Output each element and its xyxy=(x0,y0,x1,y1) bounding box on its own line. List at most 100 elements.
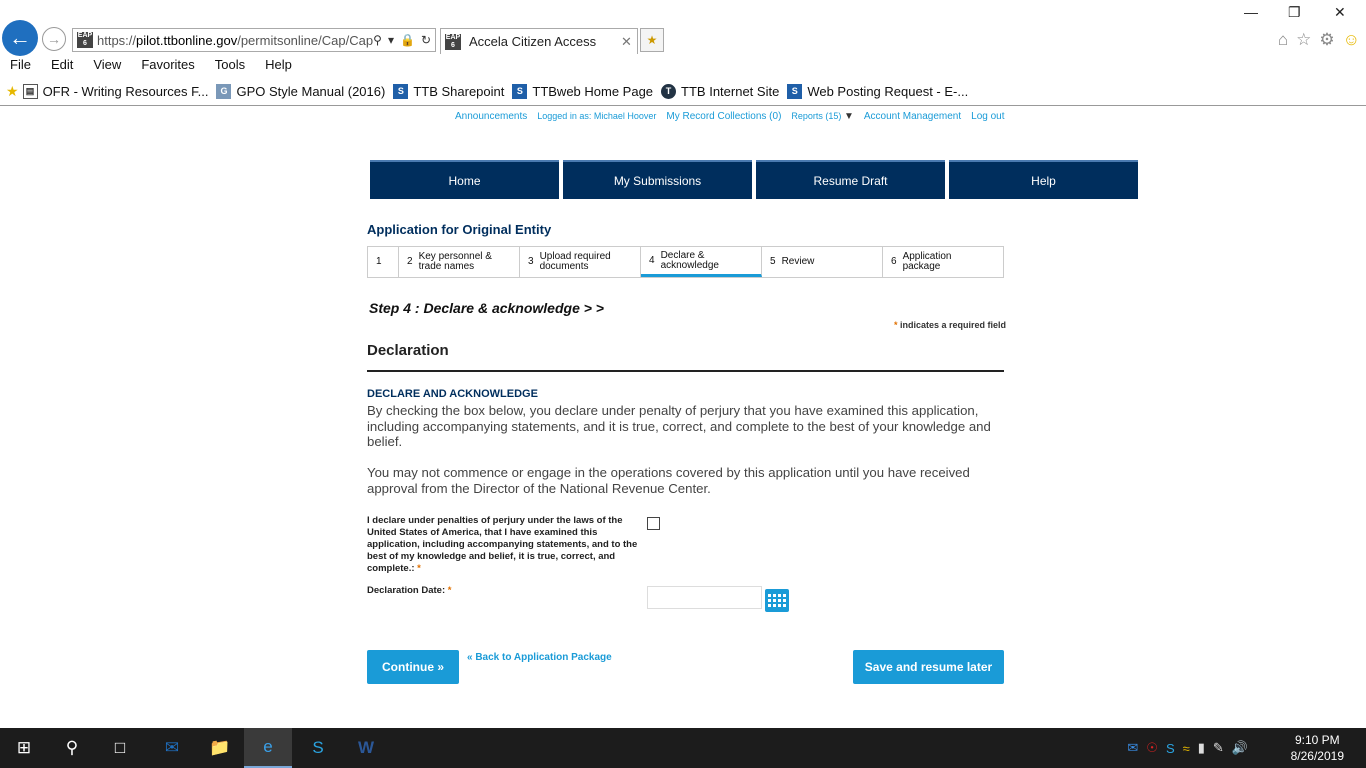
reports-label: Reports (15) xyxy=(791,111,842,121)
reports-dropdown-icon[interactable]: ▼ xyxy=(844,111,854,122)
task-view-icon[interactable]: □ xyxy=(96,728,144,768)
step-2[interactable]: 2 Key personnel & trade names xyxy=(399,247,520,277)
battery-icon[interactable]: ▮ xyxy=(1198,740,1205,756)
section-divider xyxy=(367,370,1004,372)
favorite-ttb-internet[interactable]: T TTB Internet Site xyxy=(661,83,780,99)
account-management-link[interactable]: Account Management xyxy=(864,111,961,122)
back-to-application-link[interactable]: « Back to Application Package xyxy=(467,652,612,663)
new-tab-icon[interactable]: ★ xyxy=(640,28,664,52)
step-indicator: 1 2 Key personnel & trade names 3 Upload r… xyxy=(367,246,1004,278)
step-label: Application package xyxy=(902,251,952,272)
favorite-ofr[interactable]: ▤ OFR - Writing Resources F... xyxy=(22,83,208,99)
favorite-ttb-sharepoint[interactable]: S TTB Sharepoint xyxy=(393,83,505,99)
start-icon[interactable]: ⊞ xyxy=(0,728,48,768)
search-icon[interactable]: ⚲ xyxy=(48,728,96,768)
required-star: * xyxy=(417,563,421,574)
favorite-web-posting[interactable]: S Web Posting Request - E-... xyxy=(787,83,969,99)
clock-time: 9:10 PM xyxy=(1294,733,1340,747)
nav-home[interactable]: Home xyxy=(370,160,559,199)
url-domain: pilot.ttbonline.gov xyxy=(136,32,238,48)
calendar-icon[interactable] xyxy=(765,589,789,612)
favorite-label: TTBweb Home Page xyxy=(532,83,654,99)
sharepoint-icon: S xyxy=(787,83,803,99)
favorite-label: Web Posting Request - E-... xyxy=(807,83,969,99)
save-resume-later-button[interactable]: Save and resume later xyxy=(853,650,1004,684)
step-3[interactable]: 3 Upload required documents xyxy=(520,247,641,277)
internet-explorer-icon[interactable]: e xyxy=(244,728,292,768)
volume-icon[interactable]: 🔊 xyxy=(1232,740,1248,756)
reports-link[interactable]: Reports (15) ▼ xyxy=(791,111,853,122)
menu-favorites[interactable]: Favorites xyxy=(131,57,204,77)
skype-tray-icon[interactable]: S xyxy=(1166,741,1175,756)
announcements-link[interactable]: Announcements xyxy=(455,111,527,122)
pen-icon[interactable]: ✎ xyxy=(1213,740,1224,756)
mcafee-icon[interactable]: ☉ xyxy=(1146,740,1158,756)
forward-icon[interactable]: → xyxy=(42,27,66,51)
word-icon[interactable]: W xyxy=(342,728,390,768)
browser-tab[interactable]: EAP 6 Accela Citizen Access ✕ xyxy=(440,28,638,54)
favorite-ttbweb[interactable]: S TTBweb Home Page xyxy=(512,83,654,99)
skype-icon[interactable]: S xyxy=(294,728,342,768)
step-label: Review xyxy=(781,256,815,267)
declaration-date-input[interactable] xyxy=(647,586,762,609)
favorite-gpo[interactable]: G GPO Style Manual (2016) xyxy=(216,83,385,99)
address-bar[interactable]: EAP 6 https://pilot.ttbonline.gov/permit… xyxy=(72,28,436,52)
declaration-paragraph-1: By checking the box below, you declare u… xyxy=(367,403,991,449)
system-clock[interactable]: 9:10 PM 8/26/2019 xyxy=(1291,732,1344,764)
menu-bar: File Edit View Favorites Tools Help xyxy=(0,57,302,77)
gear-icon[interactable]: ⚙ xyxy=(1319,30,1334,50)
required-star: * xyxy=(447,585,452,596)
menu-tools[interactable]: Tools xyxy=(205,57,255,77)
step-heading: Step 4 : Declare & acknowledge > > xyxy=(369,300,604,316)
refresh-icon[interactable]: ↻ xyxy=(421,33,431,47)
close-window-button[interactable]: ✕ xyxy=(1334,4,1346,21)
favorites-star-icon[interactable]: ☆ xyxy=(1296,30,1311,50)
page-icon: ▤ xyxy=(22,83,38,99)
top-links: Announcements Logged in as: Michael Hoov… xyxy=(455,111,1005,122)
feedback-smiley-icon[interactable]: ☺ xyxy=(1343,30,1360,50)
record-collections-link[interactable]: My Record Collections (0) xyxy=(666,111,781,122)
sharepoint-icon: S xyxy=(512,83,528,99)
favorite-label: TTB Sharepoint xyxy=(413,83,505,99)
nav-resume-draft[interactable]: Resume Draft xyxy=(756,160,945,199)
ttb-seal-icon: T xyxy=(661,83,677,99)
step-1[interactable]: 1 xyxy=(368,247,399,277)
restore-button[interactable]: ❐ xyxy=(1288,4,1301,21)
step-label: Key personnel & trade names xyxy=(418,251,492,272)
menu-edit[interactable]: Edit xyxy=(41,57,83,77)
outlook-tray-icon[interactable]: ✉ xyxy=(1127,740,1138,756)
nav-help[interactable]: Help xyxy=(949,160,1138,199)
section-title: Declaration xyxy=(367,342,449,359)
address-url[interactable]: https://pilot.ttbonline.gov/permitsonlin… xyxy=(97,33,373,48)
menu-view[interactable]: View xyxy=(83,57,131,77)
favorite-label: TTB Internet Site xyxy=(681,83,780,99)
add-favorite-star-icon[interactable]: ★ xyxy=(6,83,19,100)
step-4[interactable]: 4 Declare & acknowledge xyxy=(641,247,762,277)
menu-help[interactable]: Help xyxy=(255,57,302,77)
dropdown-icon[interactable]: ▾ xyxy=(388,33,394,47)
url-prefix: https:// xyxy=(97,32,137,48)
declaration-checkbox[interactable] xyxy=(647,517,660,530)
step-number: 1 xyxy=(376,256,382,267)
network-tray-icon[interactable]: ≈ xyxy=(1183,741,1190,756)
home-icon[interactable]: ⌂ xyxy=(1278,30,1288,50)
back-icon[interactable]: ← xyxy=(2,20,38,56)
step-5[interactable]: 5 Review xyxy=(762,247,883,277)
step-number: 5 xyxy=(770,256,776,267)
lock-icon[interactable]: 🔒 xyxy=(400,33,415,47)
logout-link[interactable]: Log out xyxy=(971,111,1004,122)
search-icon[interactable]: ⚲ xyxy=(373,33,382,47)
minimize-button[interactable]: — xyxy=(1244,4,1258,20)
logged-in-text: Logged in as: Michael Hoover xyxy=(537,111,657,121)
date-label-text: Declaration Date: xyxy=(367,585,446,596)
step-6[interactable]: 6 Application package xyxy=(883,247,1003,277)
declaration-paragraph-2: You may not commence or engage in the op… xyxy=(367,465,970,496)
system-tray: ✉ ☉ S ≈ ▮ ✎ 🔊 xyxy=(1127,728,1248,768)
menu-file[interactable]: File xyxy=(0,57,41,77)
tab-close-icon[interactable]: ✕ xyxy=(621,34,637,50)
favorites-bar: ★ ▤ OFR - Writing Resources F... G GPO Sty… xyxy=(0,80,976,102)
file-explorer-icon[interactable]: 📁 xyxy=(196,728,244,768)
continue-button[interactable]: Continue » xyxy=(367,650,459,684)
outlook-icon[interactable]: ✉ xyxy=(148,728,196,768)
nav-my-submissions[interactable]: My Submissions xyxy=(563,160,752,199)
